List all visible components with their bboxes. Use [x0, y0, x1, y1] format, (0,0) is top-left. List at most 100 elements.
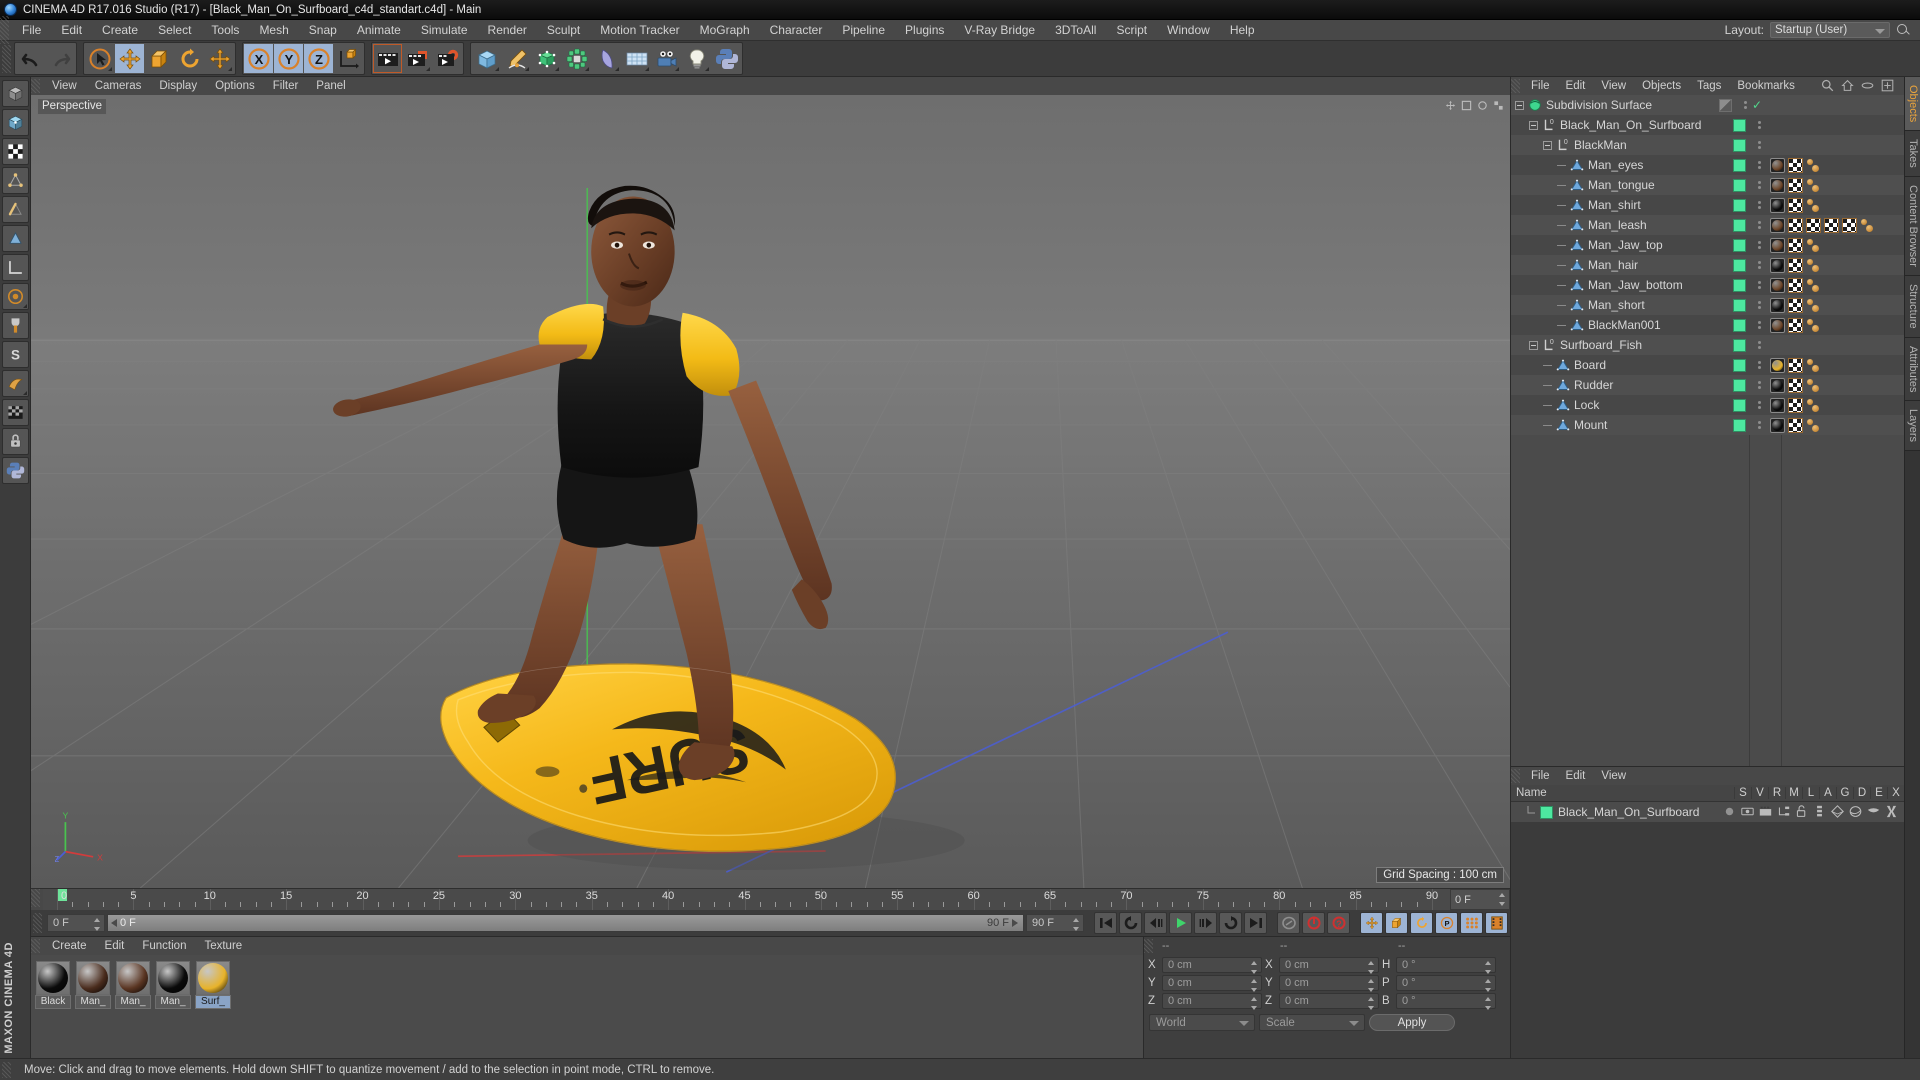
tag-dots-icon[interactable]: [1806, 238, 1821, 253]
viewport-menu-options[interactable]: Options: [206, 77, 264, 95]
uvw-tag-icon[interactable]: [1788, 277, 1803, 293]
tag-dots-icon[interactable]: [1860, 218, 1875, 233]
visibility-green-chip[interactable]: [1723, 338, 1755, 352]
menu-motion-tracker[interactable]: Motion Tracker: [590, 20, 689, 41]
vertical-tab-content-browser[interactable]: Content Browser: [1905, 177, 1920, 276]
layer-column-x[interactable]: X: [1887, 787, 1904, 799]
menu-select[interactable]: Select: [148, 20, 201, 41]
material-tag-icon[interactable]: [1770, 177, 1785, 193]
coord-field-size-y[interactable]: 0 cm: [1279, 975, 1379, 992]
uvw-tag-icon[interactable]: [1788, 417, 1803, 433]
uvw-tag-icon[interactable]: [1788, 397, 1803, 413]
layer-column-s[interactable]: S: [1734, 787, 1751, 799]
menu-pipeline[interactable]: Pipeline: [832, 20, 895, 41]
scale-icon[interactable]: [145, 44, 174, 73]
spinner-icon[interactable]: [1251, 979, 1258, 992]
menu-character[interactable]: Character: [760, 20, 833, 41]
edges-mode-icon[interactable]: [1, 196, 29, 223]
axis-z-icon[interactable]: Z: [304, 44, 333, 73]
coord-field-pos-z[interactable]: 0 cm: [1162, 993, 1262, 1010]
model-mode-icon[interactable]: [1, 109, 29, 136]
render-region-icon[interactable]: [403, 44, 432, 73]
layer-menu-view[interactable]: View: [1593, 767, 1634, 785]
layer-column-v[interactable]: V: [1751, 787, 1768, 799]
viewport-maximize-icon[interactable]: [1493, 98, 1504, 110]
material-tag-icon[interactable]: [1770, 277, 1785, 293]
material-menu-function[interactable]: Function: [133, 937, 195, 955]
object-row[interactable]: Man_Jaw_bottom: [1511, 275, 1904, 295]
search-icon[interactable]: [1821, 79, 1835, 93]
material-tag-icon[interactable]: [1770, 357, 1785, 373]
visibility-green-chip[interactable]: [1723, 318, 1755, 332]
coord-field-rot-h[interactable]: 0 °: [1396, 957, 1496, 974]
material-tag-icon[interactable]: [1770, 237, 1785, 253]
coord-field-size-x[interactable]: 0 cm: [1279, 957, 1379, 974]
toolbar-grip[interactable]: [2, 44, 11, 73]
material-menu-texture[interactable]: Texture: [195, 937, 251, 955]
material-tag-icon[interactable]: [1770, 317, 1785, 333]
layer-column-r[interactable]: R: [1768, 787, 1785, 799]
new-layer-icon[interactable]: [1881, 79, 1895, 93]
scale-key-icon[interactable]: [1385, 912, 1408, 934]
search-icon[interactable]: [1896, 23, 1910, 37]
max-frame-field[interactable]: 90 F: [1026, 914, 1084, 932]
viewport-move-icon[interactable]: [1445, 98, 1456, 111]
tag-dots-icon[interactable]: [1806, 398, 1821, 413]
material-tag-icon[interactable]: [1770, 397, 1785, 413]
menu-window[interactable]: Window: [1157, 20, 1220, 41]
expression-icon[interactable]: [1867, 805, 1882, 820]
layer-manager-grip[interactable]: [1511, 769, 1520, 783]
visibility-dots-icon[interactable]: [1755, 201, 1764, 209]
enabled-check-icon[interactable]: ✓: [1750, 98, 1764, 112]
material-menu-create[interactable]: Create: [43, 937, 96, 955]
points-mode-icon[interactable]: [1, 167, 29, 194]
object-menu-tags[interactable]: Tags: [1689, 77, 1729, 95]
object-tree[interactable]: Subdivision Surface ✓ 0 Black_Man_On_Surfbo…: [1511, 95, 1904, 766]
layer-column-d[interactable]: D: [1853, 787, 1870, 799]
tag-dots-icon[interactable]: [1806, 198, 1821, 213]
spinner-icon[interactable]: [1073, 918, 1080, 931]
coord-field-rot-p[interactable]: 0 °: [1396, 975, 1496, 992]
material-list[interactable]: Black Man_ Man_ Man_ Surf_: [31, 955, 1143, 1058]
layer-row[interactable]: Black_Man_On_Surfboard: [1511, 802, 1904, 822]
xref-icon[interactable]: [1885, 805, 1900, 820]
tag-dots-icon[interactable]: [1806, 278, 1821, 293]
visibility-green-chip[interactable]: [1723, 178, 1755, 192]
position-key-icon[interactable]: [1360, 912, 1383, 934]
python-tool-icon[interactable]: [1, 457, 29, 484]
light-bulb-icon[interactable]: [682, 44, 711, 73]
object-menu-bookmarks[interactable]: Bookmarks: [1729, 77, 1803, 95]
object-row[interactable]: Man_tongue: [1511, 175, 1904, 195]
timeline-grip[interactable]: [31, 889, 40, 907]
loop-icon[interactable]: [1219, 912, 1242, 934]
object-row[interactable]: 0 Black_Man_On_Surfboard: [1511, 115, 1904, 135]
object-row[interactable]: Man_eyes: [1511, 155, 1904, 175]
record-key-icon[interactable]: [1277, 912, 1300, 934]
visibility-dots-icon[interactable]: [1741, 101, 1750, 109]
visibility-dots-icon[interactable]: [1755, 401, 1764, 409]
spinner-icon[interactable]: [1499, 893, 1506, 906]
object-menu-edit[interactable]: Edit: [1558, 77, 1594, 95]
material-tag-icon[interactable]: [1770, 217, 1785, 233]
home-icon[interactable]: [1841, 79, 1855, 93]
tag-dots-icon[interactable]: [1806, 358, 1821, 373]
viewport-menu-view[interactable]: View: [43, 77, 86, 95]
spinner-icon[interactable]: [1251, 961, 1258, 974]
visibility-green-chip[interactable]: [1723, 198, 1755, 212]
object-row[interactable]: Man_hair: [1511, 255, 1904, 275]
spinner-icon[interactable]: [1368, 979, 1375, 992]
parameter-key-icon[interactable]: P: [1435, 912, 1458, 934]
material-tag-icon[interactable]: [1770, 417, 1785, 433]
hierarchy-icon[interactable]: [1777, 805, 1792, 820]
object-menu-objects[interactable]: Objects: [1634, 77, 1689, 95]
object-menu-view[interactable]: View: [1593, 77, 1634, 95]
spinner-icon[interactable]: [94, 918, 101, 931]
material-tag-icon[interactable]: [1770, 297, 1785, 313]
step-back-icon[interactable]: [1144, 912, 1167, 934]
viewport-grip[interactable]: [31, 79, 40, 93]
floor-environment-icon[interactable]: [622, 44, 651, 73]
lock-workplane-icon[interactable]: [1, 428, 29, 455]
visibility-dots-icon[interactable]: [1755, 301, 1764, 309]
play-forward-icon[interactable]: [1169, 912, 1192, 934]
material-tag-icon[interactable]: [1770, 257, 1785, 273]
